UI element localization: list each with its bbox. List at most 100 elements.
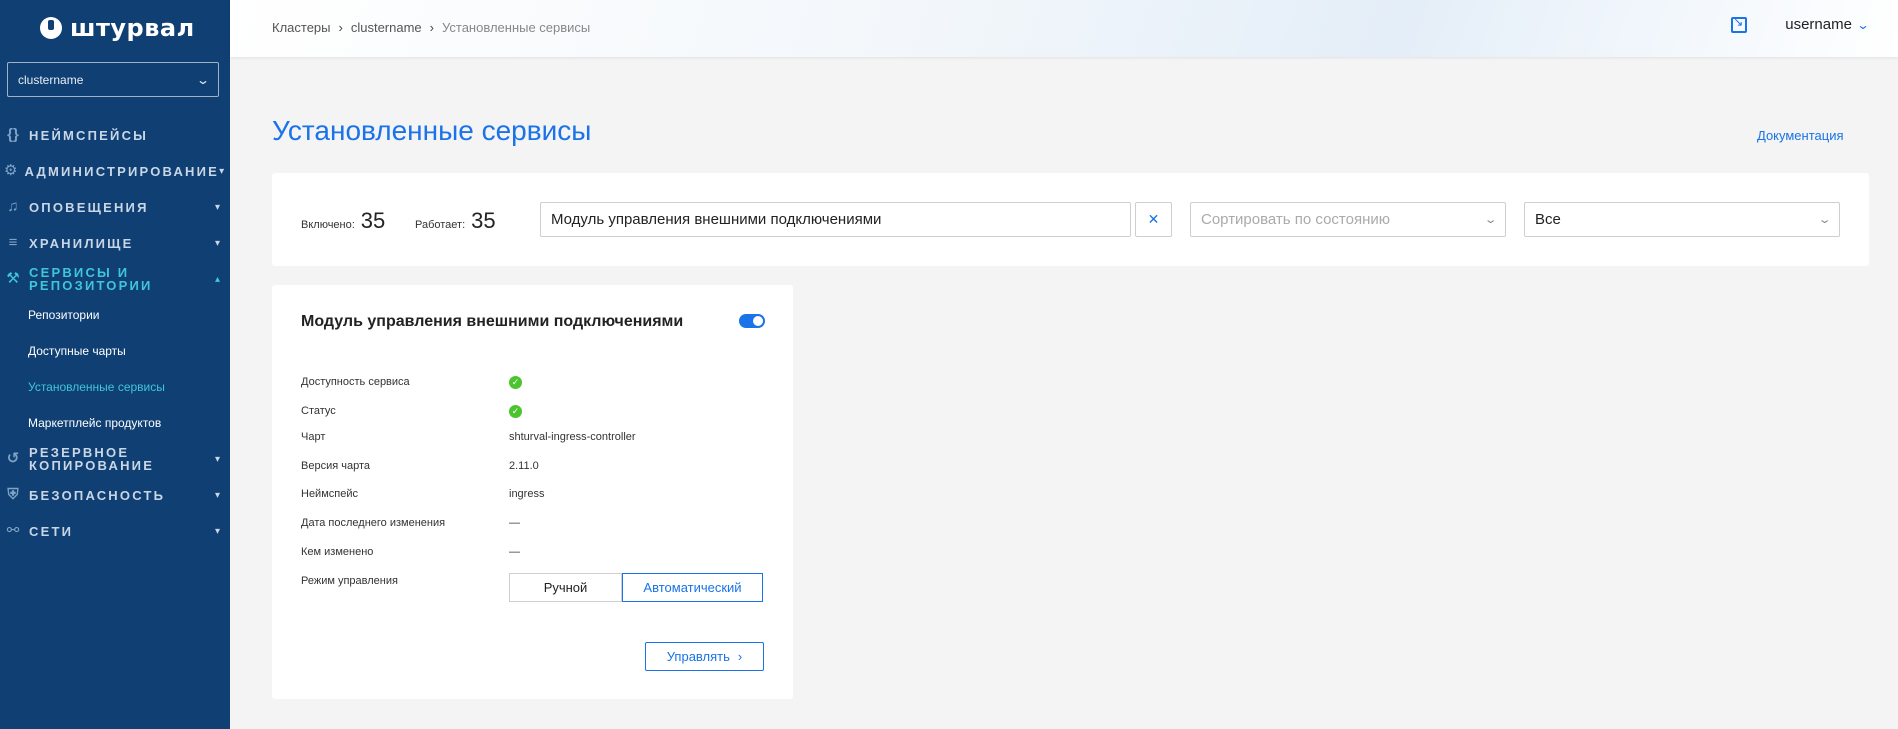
chevron-down-icon: ⌄ (1483, 214, 1498, 226)
bell-icon: ♫ (7, 198, 19, 215)
sort-by-state-select[interactable]: Сортировать по состоянию ⌄ (1190, 202, 1506, 237)
sidebar-item-label: Резервное копирование (29, 445, 155, 473)
sidebar-subitem-marketplace[interactable]: Маркетплейс продуктов (0, 405, 230, 441)
breadcrumb-separator-icon: › (338, 20, 343, 35)
detail-label: Неймспейс (301, 488, 358, 500)
sidebar-subitem-repositories[interactable]: Репозитории (0, 297, 230, 333)
manage-button-label: Управлять (666, 649, 730, 664)
mode-automatic-button[interactable]: Автоматический (622, 573, 763, 602)
service-title: Модуль управления внешними подключениями (301, 313, 684, 330)
detail-row-namespace: Неймспейс ingress (301, 488, 771, 500)
sidebar-item-security[interactable]: ⛨ Безопасность ▾ (0, 477, 230, 513)
detail-label: Кем изменено (301, 546, 374, 558)
sidebar-item-networks[interactable]: ⚯ Сети ▾ (0, 513, 230, 549)
shield-icon: ⛨ (7, 486, 19, 503)
sidebar-nav: {} Неймспейсы ⚙ Администрирование ▾ ♫ Оп… (0, 117, 230, 549)
stat-running-value: 35 (471, 208, 496, 233)
detail-row-chart: Чарт shturval-ingress-controller (301, 431, 771, 443)
sidebar: штурвал clustername ⌄ {} Неймспейсы ⚙ Ад… (0, 0, 230, 729)
detail-label: Режим управления (301, 575, 398, 587)
detail-value: shturval-ingress-controller (509, 431, 636, 443)
manage-button[interactable]: Управлять › (645, 642, 764, 671)
chevron-down-icon: ⌄ (1817, 214, 1832, 226)
stat-enabled: Включено: 35 (301, 208, 385, 234)
stat-running-label: Работает: (415, 219, 466, 231)
service-enabled-toggle[interactable] (739, 314, 765, 328)
sidebar-item-label: Оповещения (29, 199, 149, 215)
chevron-down-icon: ⌄ (195, 72, 211, 87)
breadcrumb-current: Установленные сервисы (442, 20, 591, 35)
top-right: username ⌄ (1731, 15, 1870, 33)
scope-select[interactable]: Все ⌄ (1524, 202, 1840, 237)
logo-text: штурвал (70, 14, 195, 42)
detail-label: Доступность сервиса (301, 376, 410, 388)
user-menu[interactable]: username ⌄ (1785, 16, 1870, 33)
sidebar-item-backup[interactable]: ↺ Резервное копирование ▾ (0, 441, 230, 477)
braces-icon: {} (7, 126, 19, 143)
chevron-up-icon: ▴ (214, 273, 220, 285)
sidebar-item-label: Неймспейсы (29, 127, 149, 143)
mode-manual-button[interactable]: Ручной (509, 573, 622, 602)
sidebar-item-storage[interactable]: ≡ Хранилище ▾ (0, 225, 230, 261)
check-circle-icon: ✓ (509, 376, 522, 389)
detail-row-modified-by: Кем изменено — (301, 546, 771, 558)
page-title: Установленные сервисы (272, 115, 592, 146)
service-card: Модуль управления внешними подключениями… (272, 285, 793, 699)
chevron-down-icon: ▾ (214, 201, 220, 213)
network-icon: ⚯ (6, 522, 20, 539)
chevron-down-icon: ▾ (214, 453, 220, 465)
check-circle-icon: ✓ (509, 405, 522, 418)
stat-enabled-value: 35 (360, 208, 386, 233)
sidebar-item-label: Сети (29, 523, 74, 539)
sidebar-item-label: Администрирование (24, 163, 220, 179)
detail-row-last-modified: Дата последнего изменения — (301, 517, 771, 529)
sidebar-item-services[interactable]: ⚒ Сервисы и репозитории ▴ (0, 261, 230, 297)
open-external-icon[interactable] (1731, 15, 1748, 33)
sidebar-item-namespaces[interactable]: {} Неймспейсы (0, 117, 230, 153)
breadcrumb-cluster[interactable]: clustername (351, 20, 422, 35)
clear-search-button[interactable]: ✕ (1135, 202, 1172, 237)
chevron-down-icon: ⌄ (1856, 17, 1870, 32)
chevron-down-icon: ▾ (219, 165, 225, 177)
detail-value: 2.11.0 (509, 460, 539, 472)
chevron-right-icon: › (737, 649, 743, 664)
sidebar-item-notifications[interactable]: ♫ Оповещения ▾ (0, 189, 230, 225)
wrench-icon: ⚒ (6, 270, 20, 287)
logo[interactable]: штурвал (0, 0, 230, 56)
scope-select-value: Все (1535, 211, 1561, 228)
gear-icon: ⚙ (4, 162, 18, 179)
stat-running: Работает: 35 (415, 208, 496, 234)
detail-row-availability: Доступность сервиса ✓ (301, 376, 771, 389)
search-input[interactable]: Модуль управления внешними подключениями (540, 202, 1131, 237)
sidebar-subitem-charts[interactable]: Доступные чарты (0, 333, 230, 369)
detail-label: Дата последнего изменения (301, 517, 446, 529)
sidebar-item-label: Сервисы и репозитории (29, 265, 153, 293)
breadcrumb-clusters[interactable]: Кластеры (272, 20, 331, 35)
top-bar: Кластеры › clustername › Установленные с… (230, 0, 1898, 57)
detail-label: Статус (301, 405, 336, 417)
cluster-select-value: clustername (18, 72, 84, 87)
backup-icon: ↺ (6, 450, 20, 467)
breadcrumb: Кластеры › clustername › Установленные с… (272, 20, 590, 35)
detail-row-chart-version: Версия чарта 2.11.0 (301, 460, 771, 472)
database-icon: ≡ (8, 234, 18, 251)
stat-enabled-label: Включено: (301, 219, 355, 231)
sidebar-subitem-installed-services[interactable]: Установленные сервисы (0, 369, 230, 405)
cluster-select[interactable]: clustername ⌄ (7, 62, 219, 97)
detail-value: ingress (509, 488, 545, 500)
management-mode-toggle: Ручной Автоматический (509, 573, 763, 602)
sidebar-item-administration[interactable]: ⚙ Администрирование ▾ (0, 153, 230, 189)
detail-label: Версия чарта (301, 460, 370, 472)
detail-value: — (509, 517, 520, 529)
logo-icon (40, 17, 62, 39)
sidebar-item-label: Безопасность (29, 487, 166, 503)
detail-row-status: Статус ✓ (301, 405, 771, 418)
detail-label: Чарт (301, 431, 326, 443)
filter-bar: Включено: 35 Работает: 35 Модуль управле… (272, 173, 1869, 266)
documentation-link[interactable]: Документация (1757, 128, 1844, 143)
sidebar-item-label: Хранилище (29, 235, 134, 251)
breadcrumb-separator-icon: › (429, 20, 434, 35)
username: username (1785, 16, 1852, 33)
chevron-down-icon: ▾ (214, 489, 220, 501)
search-input-value: Модуль управления внешними подключениями (551, 211, 882, 228)
